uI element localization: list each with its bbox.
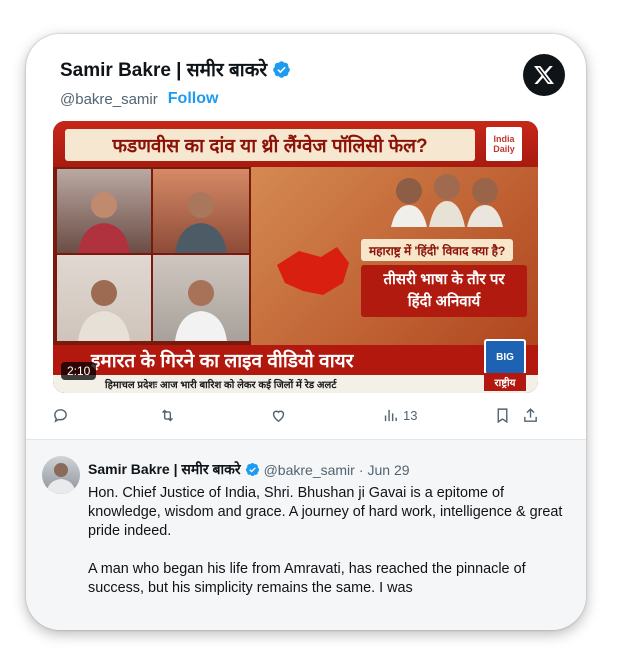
author-row: Samir Bakre | समीर बाकरे	[60, 56, 291, 82]
author-name[interactable]: Samir Bakre | समीर बाकरे	[60, 56, 267, 82]
panelist-tile-2	[153, 169, 249, 253]
follow-button[interactable]: Follow	[168, 90, 219, 108]
views-count: 13	[403, 407, 418, 423]
quoted-tweet-header: Samir Bakre | समीर बाकरे @bakre_samir · …	[88, 460, 410, 479]
author-handle[interactable]: @bakre_samir	[60, 91, 158, 108]
channel-logo-line2: Daily	[493, 144, 515, 154]
channel-badge: राष्ट्रीय	[484, 373, 526, 391]
quoted-tweet[interactable]: Samir Bakre | समीर बाकरे @bakre_samir · …	[26, 440, 586, 630]
quoted-tweet-text: Hon. Chief Justice of India, Shri. Bhush…	[88, 484, 576, 617]
verified-icon	[245, 462, 259, 477]
channel-logo: India Daily	[486, 127, 522, 161]
video-headline: फडणवीस का दांव या थ्री लैंग्वेज पॉलिसी फ…	[65, 129, 475, 161]
panelist-tile-anchor	[57, 169, 151, 253]
video-thumbnail[interactable]: फडणवीस का दांव या थ्री लैंग्वेज पॉलिसी फ…	[53, 121, 538, 393]
video-duration: 2:10	[61, 362, 97, 380]
video-top-banner: फडणवीस का दांव या थ्री लैंग्वेज पॉलिसी फ…	[53, 121, 538, 167]
verified-icon	[273, 60, 290, 78]
separator-dot: ·	[358, 461, 364, 478]
tweet-header: Samir Bakre | समीर बाकरे @bakre_samir Fo…	[60, 56, 291, 108]
avatar[interactable]	[42, 456, 80, 494]
bookmark-icon	[497, 407, 508, 423]
bookmark-button[interactable]	[494, 404, 511, 426]
video-caption-line2: हिंदी अनिवार्य	[407, 293, 481, 310]
video-lower-third: इमारत के गिरने का लाइव वीडियो वायर	[53, 345, 538, 375]
quoted-author-handle[interactable]: @bakre_samir	[264, 462, 355, 478]
panelist-tile-4	[153, 255, 249, 341]
video-caption: तीसरी भाषा के तौर पर हिंदी अनिवार्य	[361, 265, 527, 317]
quoted-paragraph-1: Hon. Chief Justice of India, Shri. Bhush…	[88, 485, 563, 539]
video-question: महाराष्ट्र में 'हिंदी' विवाद क्या है?	[361, 239, 514, 261]
x-logo-icon[interactable]	[523, 54, 565, 96]
views-button[interactable]: 13	[382, 404, 417, 426]
channel-logo-line1: India	[493, 134, 515, 144]
share-button[interactable]	[522, 404, 539, 426]
tweet-actions: 13	[52, 404, 542, 426]
video-caption-line1: तीसरी भाषा के तौर पर	[383, 271, 505, 288]
share-icon	[524, 407, 537, 422]
handle-row: @bakre_samir Follow	[60, 90, 291, 108]
video-panel-grid	[53, 167, 251, 345]
views-icon	[384, 409, 397, 421]
big-logo: BIG	[484, 339, 526, 375]
quoted-paragraph-2: A man who began his life from Amravati, …	[88, 561, 526, 596]
video-ticker: हिमाचल प्रदेशः आज भारी बारिश को लेकर कई …	[53, 375, 538, 393]
reply-icon	[54, 408, 67, 423]
panelist-tile-3	[57, 255, 151, 341]
like-icon	[272, 410, 285, 422]
retweet-button[interactable]	[159, 404, 176, 426]
like-button[interactable]	[270, 404, 287, 426]
reply-button[interactable]	[52, 404, 69, 426]
retweet-icon	[162, 409, 173, 421]
quoted-tweet-date[interactable]: Jun 29	[368, 462, 410, 478]
quoted-author-name[interactable]: Samir Bakre | समीर बाकरे	[88, 460, 241, 479]
video-map-graphic: महाराष्ट्र में 'हिंदी' विवाद क्या है? ती…	[251, 167, 538, 345]
tweet-card: Samir Bakre | समीर बाकरे @bakre_samir Fo…	[26, 34, 586, 630]
